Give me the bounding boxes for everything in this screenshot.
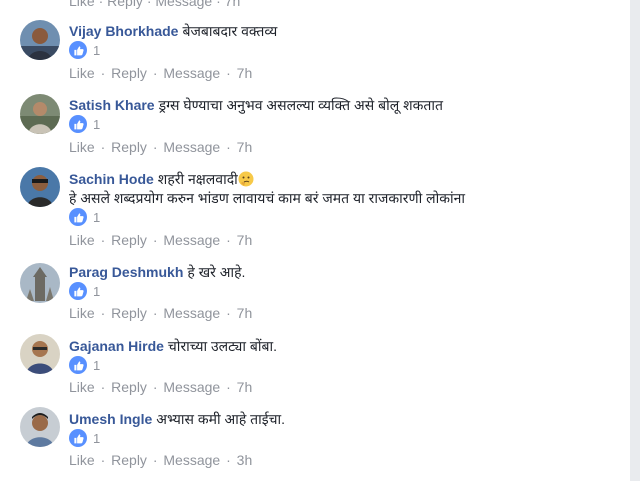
thumbs-up-icon <box>69 115 87 133</box>
comment-time[interactable]: 3h <box>237 452 253 468</box>
comment-actions: Like · Reply · Message · 7h <box>69 139 253 155</box>
previous-comment-actions: Like · Reply · Message · 7h <box>69 0 240 9</box>
comment-item: Vijay Bhorkhade बेजबाबदार वक्तव्य 1 Like … <box>0 18 630 92</box>
reaction-summary[interactable]: 1 <box>69 282 100 300</box>
comment-item: Satish Khare ड्रग्स घेण्याचा अनुभव असलल्य… <box>0 92 630 166</box>
message-link[interactable]: Message <box>155 0 212 9</box>
avatar[interactable] <box>20 407 60 447</box>
comment-text: अभ्यास कमी आहे ताईचा. <box>156 411 286 427</box>
comment-author[interactable]: Parag Deshmukh <box>69 264 183 280</box>
like-link[interactable]: Like <box>69 232 95 248</box>
reaction-summary[interactable]: 1 <box>69 115 100 133</box>
reaction-count: 1 <box>93 357 101 373</box>
comment-author[interactable]: Sachin Hode <box>69 171 154 187</box>
thumbs-up-icon <box>69 282 87 300</box>
reply-link[interactable]: Reply <box>107 0 143 9</box>
comment-actions: Like · Reply · Message · 7h <box>69 305 253 321</box>
reply-link[interactable]: Reply <box>111 379 147 395</box>
reply-link[interactable]: Reply <box>111 232 147 248</box>
comment-item: Umesh Ingle अभ्यास कमी आहे ताईचा. 1 Like … <box>0 405 630 479</box>
comment-author[interactable]: Gajanan Hirde <box>69 338 164 354</box>
message-link[interactable]: Message <box>163 379 220 395</box>
thumbs-up-icon <box>69 429 87 447</box>
comment-author[interactable]: Vijay Bhorkhade <box>69 23 178 39</box>
reaction-summary[interactable]: 1 <box>69 356 100 374</box>
comment-author[interactable]: Umesh Ingle <box>69 411 152 427</box>
comment-time[interactable]: 7h <box>237 65 253 81</box>
comment-text: ड्रग्स घेण्याचा अनुभव असलल्या व्यक्ति अस… <box>158 97 443 113</box>
comment-item: Gajanan Hirde चोराच्या उलट्या बोंबा. 1 Li… <box>0 332 630 406</box>
reaction-count: 1 <box>93 283 101 299</box>
avatar[interactable] <box>20 94 60 134</box>
thumbs-up-icon <box>69 356 87 374</box>
reply-link[interactable]: Reply <box>111 452 147 468</box>
comment-text-continued: हे असले शब्दप्रयोग करुन भांडण लावायचं का… <box>69 190 466 206</box>
comment-actions: Like · Reply · Message · 3h <box>69 452 253 468</box>
avatar[interactable] <box>20 263 60 303</box>
avatar[interactable] <box>20 20 60 60</box>
reply-link[interactable]: Reply <box>111 65 147 81</box>
comment-time[interactable]: 7h <box>237 305 253 321</box>
reaction-count: 1 <box>93 116 101 132</box>
reaction-count: 1 <box>93 209 101 225</box>
comment-item: Sachin Hode शहरी नक्षलवादी हे असले शब्दप्… <box>0 165 630 255</box>
message-link[interactable]: Message <box>163 305 220 321</box>
reaction-count: 1 <box>93 42 101 58</box>
comment-item: Parag Deshmukh हे खरे आहे. 1 Like · Reply… <box>0 258 630 332</box>
comment-text: शहरी नक्षलवादी <box>157 171 238 187</box>
reply-link[interactable]: Reply <box>111 139 147 155</box>
comment-text: हे खरे आहे. <box>187 264 246 280</box>
comment-actions: Like · Reply · Message · 7h <box>69 65 253 81</box>
reaction-summary[interactable]: 1 <box>69 208 100 226</box>
comment-time[interactable]: 7h <box>237 379 253 395</box>
like-link[interactable]: Like <box>69 0 95 9</box>
message-link[interactable]: Message <box>163 65 220 81</box>
like-link[interactable]: Like <box>69 139 95 155</box>
message-link[interactable]: Message <box>163 232 220 248</box>
reaction-summary[interactable]: 1 <box>69 429 100 447</box>
comment-author[interactable]: Satish Khare <box>69 97 155 113</box>
thinking-face-emoji <box>238 171 254 187</box>
reaction-count: 1 <box>93 430 101 446</box>
avatar[interactable] <box>20 334 60 374</box>
reaction-summary[interactable]: 1 <box>69 41 100 59</box>
avatar[interactable] <box>20 167 60 207</box>
like-link[interactable]: Like <box>69 65 95 81</box>
thumbs-up-icon <box>69 208 87 226</box>
comment-text: चोराच्या उलट्या बोंबा. <box>167 338 277 354</box>
comment-actions: Like · Reply · Message · 7h <box>69 232 253 248</box>
like-link[interactable]: Like <box>69 305 95 321</box>
comment-actions: Like · Reply · Message · 7h <box>69 379 253 395</box>
comment-time[interactable]: 7h <box>237 139 253 155</box>
comment-time[interactable]: 7h <box>237 232 253 248</box>
comment-text: बेजबाबदार वक्तव्य <box>182 23 278 39</box>
reply-link[interactable]: Reply <box>111 305 147 321</box>
comment-time[interactable]: 7h <box>225 0 241 9</box>
like-link[interactable]: Like <box>69 452 95 468</box>
message-link[interactable]: Message <box>163 139 220 155</box>
page-edge <box>630 0 640 481</box>
message-link[interactable]: Message <box>163 452 220 468</box>
thumbs-up-icon <box>69 41 87 59</box>
like-link[interactable]: Like <box>69 379 95 395</box>
